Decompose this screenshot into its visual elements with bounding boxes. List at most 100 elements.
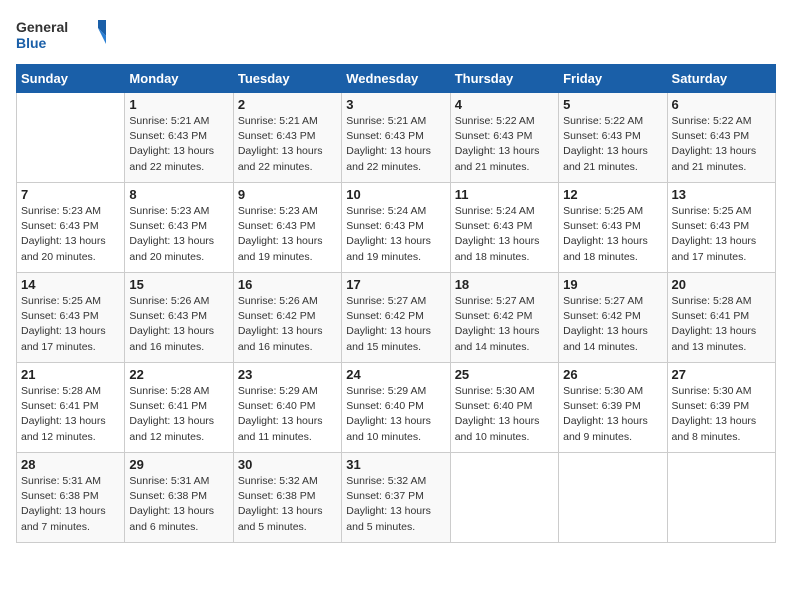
calendar-cell: 16Sunrise: 5:26 AM Sunset: 6:42 PM Dayli… [233, 273, 341, 363]
calendar-cell: 1Sunrise: 5:21 AM Sunset: 6:43 PM Daylig… [125, 93, 233, 183]
day-info: Sunrise: 5:28 AM Sunset: 6:41 PM Dayligh… [672, 294, 771, 355]
day-number: 8 [129, 187, 228, 202]
calendar-header-saturday: Saturday [667, 65, 775, 93]
calendar-cell [450, 453, 558, 543]
day-number: 28 [21, 457, 120, 472]
calendar-cell: 5Sunrise: 5:22 AM Sunset: 6:43 PM Daylig… [559, 93, 667, 183]
day-info: Sunrise: 5:22 AM Sunset: 6:43 PM Dayligh… [455, 114, 554, 175]
calendar-cell: 11Sunrise: 5:24 AM Sunset: 6:43 PM Dayli… [450, 183, 558, 273]
day-info: Sunrise: 5:27 AM Sunset: 6:42 PM Dayligh… [455, 294, 554, 355]
day-number: 31 [346, 457, 445, 472]
calendar-cell: 31 Sunrise: 5:32 AM Sunset: 6:37 PM Dayli… [342, 453, 450, 543]
calendar-header-row: SundayMondayTuesdayWednesdayThursdayFrid… [17, 65, 776, 93]
calendar-cell: 25 Sunrise: 5:30 AM Sunset: 6:40 PM Dayli… [450, 363, 558, 453]
calendar-cell: 15 Sunrise: 5:26 AM Sunset: 6:43 PM Dayli… [125, 273, 233, 363]
day-number: 14 [21, 277, 120, 292]
day-number: 10 [346, 187, 445, 202]
day-info: Sunrise: 5:29 AM Sunset: 6:40 PM Dayligh… [346, 384, 445, 445]
calendar-cell: 12 Sunrise: 5:25 AM Sunset: 6:43 PM Dayli… [559, 183, 667, 273]
day-number: 21 [21, 367, 120, 382]
calendar-cell: 18 Sunrise: 5:27 AM Sunset: 6:42 PM Dayli… [450, 273, 558, 363]
calendar-table: SundayMondayTuesdayWednesdayThursdayFrid… [16, 64, 776, 543]
calendar-week-row: 1 Sunrise: 5:21 AM Sunset: 6:43 PM Daylig… [17, 93, 776, 183]
day-number: 1 [129, 97, 228, 112]
day-info: Sunrise: 5:25 AM Sunset: 6:43 PM Dayligh… [563, 204, 662, 265]
day-info: Sunrise: 5:30 AM Sunset: 6:39 PM Dayligh… [563, 384, 662, 445]
calendar-week-row: 21 Sunrise: 5:28 AM Sunset: 6:41 PM Dayli… [17, 363, 776, 453]
day-info: Sunrise: 5:24 AM Sunset: 6:43 PM Dayligh… [346, 204, 445, 265]
svg-text:Blue: Blue [16, 35, 47, 51]
day-number: 13 [672, 187, 771, 202]
day-number: 6 [672, 97, 771, 112]
calendar-cell: 23 Sunrise: 5:29 AM Sunset: 6:40 PM Dayli… [233, 363, 341, 453]
calendar-cell: 29Sunrise: 5:31 AM Sunset: 6:38 PM Dayli… [125, 453, 233, 543]
day-number: 23 [238, 367, 337, 382]
day-info: Sunrise: 5:23 AM Sunset: 6:43 PM Dayligh… [238, 204, 337, 265]
day-info: Sunrise: 5:30 AM Sunset: 6:40 PM Dayligh… [455, 384, 554, 445]
day-info: Sunrise: 5:25 AM Sunset: 6:43 PM Dayligh… [21, 294, 120, 355]
calendar-cell: 6 Sunrise: 5:22 AM Sunset: 6:43 PM Daylig… [667, 93, 775, 183]
day-number: 3 [346, 97, 445, 112]
calendar-header-monday: Monday [125, 65, 233, 93]
day-number: 12 [563, 187, 662, 202]
calendar-cell: 9 Sunrise: 5:23 AM Sunset: 6:43 PM Daylig… [233, 183, 341, 273]
calendar-header-sunday: Sunday [17, 65, 125, 93]
day-info: Sunrise: 5:26 AM Sunset: 6:43 PM Dayligh… [129, 294, 228, 355]
calendar-cell: 24 Sunrise: 5:29 AM Sunset: 6:40 PM Dayli… [342, 363, 450, 453]
calendar-header-thursday: Thursday [450, 65, 558, 93]
calendar-cell: 3 Sunrise: 5:21 AM Sunset: 6:43 PM Daylig… [342, 93, 450, 183]
calendar-cell: 22 Sunrise: 5:28 AM Sunset: 6:41 PM Dayli… [125, 363, 233, 453]
calendar-cell: 13Sunrise: 5:25 AM Sunset: 6:43 PM Dayli… [667, 183, 775, 273]
calendar-cell: 21 Sunrise: 5:28 AM Sunset: 6:41 PM Dayli… [17, 363, 125, 453]
day-info: Sunrise: 5:21 AM Sunset: 6:43 PM Dayligh… [346, 114, 445, 175]
logo-svg: General Blue [16, 16, 106, 56]
day-number: 9 [238, 187, 337, 202]
day-number: 11 [455, 187, 554, 202]
day-info: Sunrise: 5:29 AM Sunset: 6:40 PM Dayligh… [238, 384, 337, 445]
calendar-week-row: 28 Sunrise: 5:31 AM Sunset: 6:38 PM Dayli… [17, 453, 776, 543]
day-info: Sunrise: 5:27 AM Sunset: 6:42 PM Dayligh… [563, 294, 662, 355]
calendar-cell: 26 Sunrise: 5:30 AM Sunset: 6:39 PM Dayli… [559, 363, 667, 453]
day-info: Sunrise: 5:28 AM Sunset: 6:41 PM Dayligh… [21, 384, 120, 445]
calendar-cell: 17 Sunrise: 5:27 AM Sunset: 6:42 PM Dayli… [342, 273, 450, 363]
day-number: 26 [563, 367, 662, 382]
calendar-cell: 8Sunrise: 5:23 AM Sunset: 6:43 PM Daylig… [125, 183, 233, 273]
day-info: Sunrise: 5:27 AM Sunset: 6:42 PM Dayligh… [346, 294, 445, 355]
calendar-cell: 7Sunrise: 5:23 AM Sunset: 6:43 PM Daylig… [17, 183, 125, 273]
day-number: 25 [455, 367, 554, 382]
day-number: 19 [563, 277, 662, 292]
day-number: 22 [129, 367, 228, 382]
day-number: 18 [455, 277, 554, 292]
day-info: Sunrise: 5:23 AM Sunset: 6:43 PM Dayligh… [21, 204, 120, 265]
calendar-week-row: 14 Sunrise: 5:25 AM Sunset: 6:43 PM Dayli… [17, 273, 776, 363]
day-info: Sunrise: 5:22 AM Sunset: 6:43 PM Dayligh… [672, 114, 771, 175]
calendar-cell [17, 93, 125, 183]
day-info: Sunrise: 5:31 AM Sunset: 6:38 PM Dayligh… [21, 474, 120, 535]
page-header: General Blue [16, 16, 776, 56]
day-info: Sunrise: 5:30 AM Sunset: 6:39 PM Dayligh… [672, 384, 771, 445]
calendar-cell: 28 Sunrise: 5:31 AM Sunset: 6:38 PM Dayli… [17, 453, 125, 543]
calendar-cell: 14 Sunrise: 5:25 AM Sunset: 6:43 PM Dayli… [17, 273, 125, 363]
calendar-cell [559, 453, 667, 543]
day-number: 27 [672, 367, 771, 382]
day-info: Sunrise: 5:32 AM Sunset: 6:38 PM Dayligh… [238, 474, 337, 535]
calendar-header-tuesday: Tuesday [233, 65, 341, 93]
day-number: 2 [238, 97, 337, 112]
day-info: Sunrise: 5:26 AM Sunset: 6:42 PM Dayligh… [238, 294, 337, 355]
logo: General Blue [16, 16, 106, 56]
calendar-cell: 4Sunrise: 5:22 AM Sunset: 6:43 PM Daylig… [450, 93, 558, 183]
day-info: Sunrise: 5:31 AM Sunset: 6:38 PM Dayligh… [129, 474, 228, 535]
calendar-cell: 27 Sunrise: 5:30 AM Sunset: 6:39 PM Dayli… [667, 363, 775, 453]
day-number: 15 [129, 277, 228, 292]
calendar-header-wednesday: Wednesday [342, 65, 450, 93]
day-info: Sunrise: 5:28 AM Sunset: 6:41 PM Dayligh… [129, 384, 228, 445]
day-number: 24 [346, 367, 445, 382]
day-number: 17 [346, 277, 445, 292]
calendar-cell: 30Sunrise: 5:32 AM Sunset: 6:38 PM Dayli… [233, 453, 341, 543]
calendar-header-friday: Friday [559, 65, 667, 93]
day-info: Sunrise: 5:32 AM Sunset: 6:37 PM Dayligh… [346, 474, 445, 535]
calendar-cell: 10 Sunrise: 5:24 AM Sunset: 6:43 PM Dayli… [342, 183, 450, 273]
day-info: Sunrise: 5:22 AM Sunset: 6:43 PM Dayligh… [563, 114, 662, 175]
calendar-cell: 20Sunrise: 5:28 AM Sunset: 6:41 PM Dayli… [667, 273, 775, 363]
day-info: Sunrise: 5:21 AM Sunset: 6:43 PM Dayligh… [238, 114, 337, 175]
